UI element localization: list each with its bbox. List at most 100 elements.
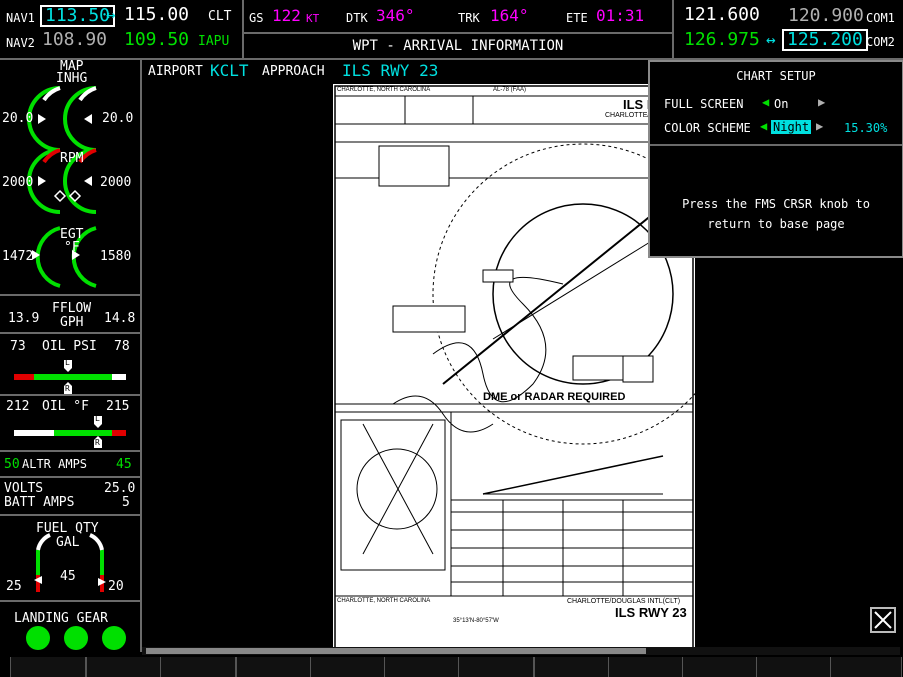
nav1-standby-frequency[interactable]: 115.00 [124, 6, 189, 24]
gear-nose-light [64, 626, 88, 650]
scrollbar-thumb[interactable] [146, 648, 646, 654]
softkey-10[interactable] [682, 657, 758, 677]
full-screen-left-arrow-icon[interactable]: ◀ [762, 96, 769, 108]
rpm-right-value: 2000 [100, 175, 132, 190]
nav2-standby-frequency[interactable]: 109.50 [124, 31, 189, 49]
altr-amps-label: ALTR AMPS [22, 457, 88, 471]
gear-left-light [26, 626, 50, 650]
com2-active-frequency[interactable]: 126.975 [684, 31, 760, 49]
nav2-identifier: IAPU [198, 34, 230, 49]
egt-left-arc [35, 226, 61, 288]
chart-footer-coordinates: 35°13'N-80°57'W [453, 618, 499, 624]
color-scheme-label: COLOR SCHEME [664, 121, 751, 135]
softkey-9[interactable] [608, 657, 684, 677]
approach-label: APPROACH [262, 64, 325, 79]
softkey-1[interactable] [10, 657, 86, 677]
chart-footer-title: ILS RWY 23 [615, 605, 687, 620]
fflow-unit: GPH [60, 315, 84, 330]
color-scheme-left-arrow-icon[interactable]: ◀ [760, 120, 767, 132]
color-scheme-right-arrow-icon[interactable]: ▶ [816, 120, 823, 132]
nav1-swap-icon[interactable]: ↔ [106, 7, 116, 23]
gs-label: GS [249, 11, 264, 25]
full-screen-right-arrow-icon[interactable]: ▶ [818, 96, 825, 108]
airport-identifier[interactable]: KCLT [210, 63, 249, 79]
chart-footer-location: CHARLOTTE, NORTH CAROLINA [337, 598, 431, 604]
volts-value: 25.0 [104, 481, 136, 496]
oil-psi-right-value: 78 [114, 339, 130, 354]
fflow-label: FFLOW [52, 301, 92, 316]
nav2-active-frequency[interactable]: 108.90 [42, 31, 107, 49]
egt-unit: °F [64, 240, 80, 255]
fuel-right-value: 20 [108, 579, 124, 594]
oil-temp-right-value: 215 [106, 399, 130, 414]
landing-gear-label: LANDING GEAR [14, 611, 108, 626]
softkey-2[interactable] [86, 657, 162, 677]
altr-amps-left-value: 50 [4, 457, 20, 472]
ete-value: 01:31 [596, 6, 645, 25]
chart-header-location: CHARLOTTE, NORTH CAROLINA [337, 87, 431, 93]
chart-footer-airport: CHARLOTTE/DOUGLAS INTL(CLT) [567, 598, 681, 605]
gs-unit: KT [306, 12, 320, 25]
oil-psi-bar [34, 374, 112, 380]
color-scheme-value[interactable]: Night [771, 120, 812, 134]
inhg-label: INHG [56, 71, 88, 86]
com1-standby-frequency[interactable]: 120.900 [788, 7, 864, 25]
softkey-5[interactable] [310, 657, 386, 677]
chart-radar-required: DME or RADAR REQUIRED [483, 391, 626, 403]
nav1-identifier: CLT [208, 9, 232, 24]
dtk-value: 346° [376, 6, 415, 25]
engine-indication-panel: MAP INHG 20.0 20.0 RPM 2000 2000 EGT °F … [0, 60, 142, 652]
trk-label: TRK [458, 11, 480, 25]
softkey-8[interactable] [534, 657, 610, 677]
chart-setup-hint-line1: Press the FMS CRSR knob to [682, 197, 870, 211]
chart-setup-title: CHART SETUP [736, 69, 816, 83]
softkey-12[interactable] [830, 657, 902, 677]
close-icon[interactable] [870, 607, 896, 633]
approach-identifier[interactable]: ILS RWY 23 [342, 63, 438, 79]
map-left-value: 20.0 [2, 111, 34, 126]
rpm-label: RPM [60, 151, 84, 166]
page-title-bar: WPT - ARRIVAL INFORMATION [244, 32, 672, 58]
oil-psi-left-marker: L [65, 358, 70, 367]
approach-chart-graphic [334, 85, 695, 659]
fuel-left-value: 25 [6, 579, 22, 594]
com2-label: COM2 [866, 35, 895, 49]
softkey-7[interactable] [458, 657, 534, 677]
oil-temp-label: OIL °F [42, 399, 89, 414]
approach-chart-plate[interactable]: CHARLOTTE, NORTH CAROLINA AL-78 (FAA) IL… [333, 84, 695, 660]
chart-horizontal-scrollbar[interactable] [142, 647, 900, 655]
map-right-pointer [84, 114, 92, 124]
page-title: WPT - ARRIVAL INFORMATION [352, 38, 564, 54]
divider [672, 0, 674, 58]
com2-swap-icon[interactable]: ↔ [766, 32, 776, 48]
rpm-left-value: 2000 [2, 175, 34, 190]
fflow-right-value: 14.8 [104, 311, 136, 326]
chart-setup-window[interactable]: CHART SETUP FULL SCREEN ◀ On ▶ COLOR SCH… [648, 60, 903, 258]
gs-value: 122 [272, 6, 301, 25]
batt-amps-label: BATT AMPS [4, 495, 75, 510]
volts-label: VOLTS [4, 481, 44, 496]
nav1-active-frequency[interactable]: 113.50 [40, 5, 116, 27]
nav1-label: NAV1 [6, 11, 35, 25]
softkey-3[interactable] [160, 657, 236, 677]
egt-left-value: 1472 [2, 249, 34, 264]
fuel-qty-unit: GAL [56, 535, 80, 550]
map-right-value: 20.0 [102, 111, 134, 126]
com1-active-frequency[interactable]: 121.600 [684, 6, 760, 24]
fflow-left-value: 13.9 [8, 311, 40, 326]
oil-psi-left-value: 73 [10, 339, 26, 354]
rpm-left-pointer [38, 176, 46, 186]
softkey-11[interactable] [756, 657, 832, 677]
airport-label: AIRPORT [148, 64, 203, 79]
oil-psi-label: OIL PSI [42, 339, 97, 354]
com2-standby-frequency[interactable]: 125.200 [782, 29, 868, 51]
chart-header-ref: AL-78 (FAA) [493, 87, 527, 93]
engine-gauges-graphics [14, 86, 126, 650]
fuel-center-value: 45 [60, 569, 76, 584]
color-scheme-percent: 15.30% [844, 121, 888, 135]
oil-temp-left-marker: L [95, 414, 100, 423]
softkey-4[interactable] [236, 657, 312, 677]
full-screen-value[interactable]: On [774, 98, 788, 110]
softkey-6[interactable] [384, 657, 460, 677]
ete-label: ETE [566, 11, 588, 25]
